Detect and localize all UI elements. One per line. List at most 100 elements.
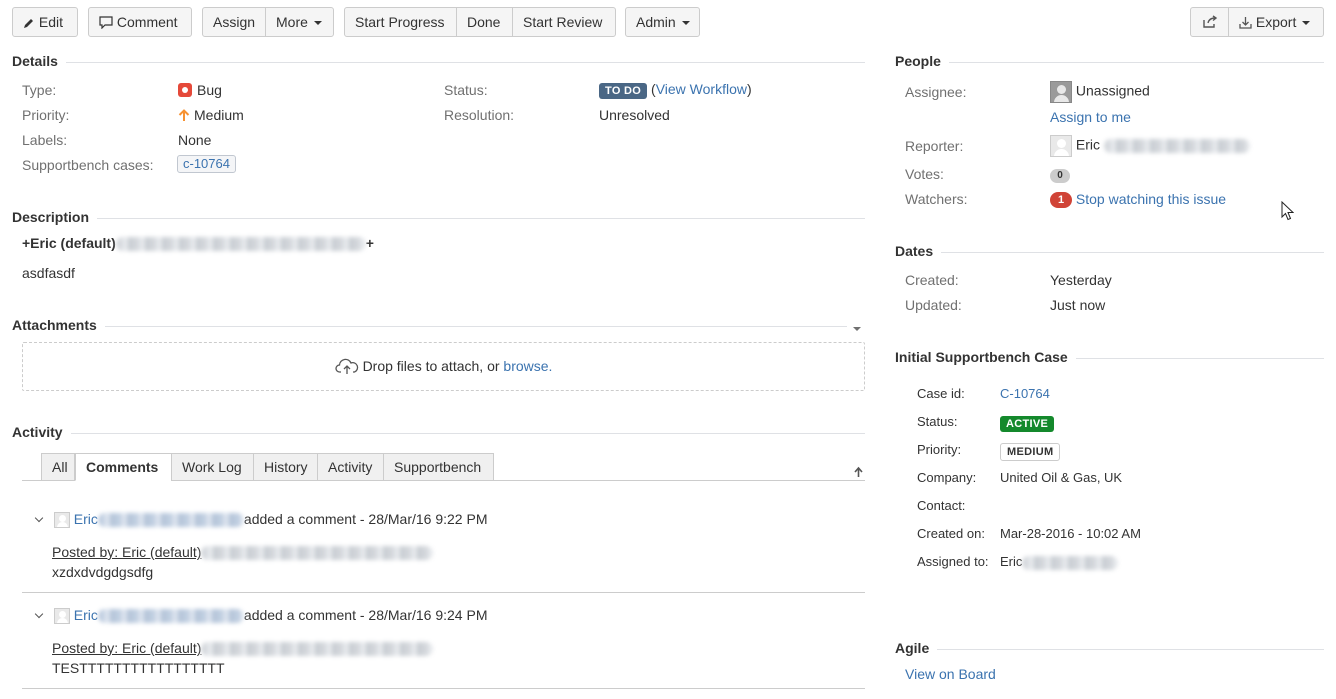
tab-work-log[interactable]: Work Log xyxy=(171,453,254,481)
details-heading: Details xyxy=(12,53,66,69)
votes-value[interactable]: 0 xyxy=(1050,167,1070,184)
download-icon xyxy=(1239,14,1252,30)
resolution-label: Resolution: xyxy=(444,107,515,123)
status-lozenge: TO DO xyxy=(599,83,648,99)
redacted-name xyxy=(1022,555,1119,570)
tab-supportbench[interactable]: Supportbench xyxy=(383,453,494,481)
posted-by-text: Posted by: Eric (default) xyxy=(52,544,202,560)
attachments-options-icon[interactable] xyxy=(852,321,862,337)
activity-heading: Activity xyxy=(12,424,71,440)
details-divider xyxy=(12,62,865,63)
start-progress-button[interactable]: Start Progress xyxy=(344,7,457,37)
comment-icon xyxy=(99,14,113,30)
chevron-down-icon xyxy=(1302,21,1311,26)
type-text: Bug xyxy=(197,82,222,98)
comment-divider xyxy=(22,592,865,593)
sort-order-icon[interactable] xyxy=(853,465,864,481)
avatar xyxy=(53,512,70,529)
description-divider xyxy=(12,218,865,219)
start-progress-label: Start Progress xyxy=(355,14,445,30)
start-review-button[interactable]: Start Review xyxy=(512,7,616,37)
description-suffix: + xyxy=(365,235,374,251)
comment-action: added a comment - 28/Mar/16 9:24 PM xyxy=(243,607,488,623)
created-value: Yesterday xyxy=(1050,272,1112,288)
updated-label: Updated: xyxy=(905,297,962,313)
collapse-chevron-icon[interactable] xyxy=(34,513,44,523)
chevron-down-icon xyxy=(681,21,690,26)
collapse-chevron-icon[interactable] xyxy=(34,609,44,619)
resolution-value: Unresolved xyxy=(599,107,670,123)
case-tag-link[interactable]: c-10764 xyxy=(177,155,236,173)
votes-count[interactable]: 0 xyxy=(1050,169,1070,184)
comment-author-link[interactable]: Eric xyxy=(74,607,98,623)
labels-label: Labels: xyxy=(22,132,68,148)
comment-body: xzdxdvdgdgsdfg xyxy=(52,564,154,580)
type-value: Bug xyxy=(178,82,222,98)
comment-author-link[interactable]: Eric xyxy=(74,511,98,527)
supportbench-cases-label: Supportbench cases: xyxy=(22,157,154,173)
admin-button[interactable]: Admin xyxy=(625,7,700,37)
dates-divider xyxy=(895,252,1324,253)
people-divider xyxy=(895,62,1324,63)
admin-label: Admin xyxy=(636,14,676,30)
avatar xyxy=(53,608,70,625)
case-id-link[interactable]: C-10764 xyxy=(1000,386,1050,401)
redacted-email xyxy=(201,546,434,561)
share-icon xyxy=(1202,14,1218,30)
edit-button[interactable]: Edit xyxy=(12,7,78,37)
priority-value: Medium xyxy=(178,107,244,123)
created-on-value: Mar-28-2016 - 10:02 AM xyxy=(1000,526,1141,541)
updated-value: Just now xyxy=(1050,297,1106,313)
done-label: Done xyxy=(467,14,501,30)
export-label: Export xyxy=(1255,14,1297,30)
type-label: Type: xyxy=(22,82,57,98)
description-prefix: +Eric (default) xyxy=(22,235,116,251)
description-body: asdfasdf xyxy=(22,265,75,281)
company-label: Company: xyxy=(917,470,977,485)
tab-comments[interactable]: Comments xyxy=(75,453,172,481)
browse-link[interactable]: browse. xyxy=(503,358,552,374)
reporter-value: Eric xyxy=(1050,135,1251,157)
company-value: United Oil & Gas, UK xyxy=(1000,470,1123,485)
comment-button[interactable]: Comment xyxy=(88,7,192,37)
attachment-dropzone[interactable]: Drop files to attach, or browse. xyxy=(22,342,865,391)
comment-body: TESTTTTTTTTTTTTTTTTT xyxy=(52,660,225,676)
people-heading: People xyxy=(895,53,949,69)
labels-value: None xyxy=(178,132,212,148)
redacted-email xyxy=(115,237,366,252)
chevron-down-icon xyxy=(313,21,322,26)
contact-label: Contact: xyxy=(917,498,966,513)
status-label: Status: xyxy=(444,82,488,98)
comment-divider xyxy=(22,688,865,689)
status-value: TO DO (View Workflow) xyxy=(599,81,752,99)
case-status-lozenge: ACTIVE xyxy=(1000,416,1055,432)
tab-activity[interactable]: Activity xyxy=(317,453,384,481)
assignee-label: Assignee: xyxy=(905,84,967,100)
stop-watching-link[interactable]: Stop watching this issue xyxy=(1076,191,1226,207)
assigned-to-value: Eric xyxy=(1000,554,1119,570)
view-on-board-link[interactable]: View on Board xyxy=(905,666,996,682)
tab-all[interactable]: All xyxy=(41,453,75,481)
description-heading: Description xyxy=(12,209,98,225)
created-on-label: Created on: xyxy=(917,526,985,541)
assign-button[interactable]: Assign xyxy=(202,7,266,37)
votes-label: Votes: xyxy=(905,166,944,182)
more-button[interactable]: More xyxy=(265,7,334,37)
redacted-email xyxy=(201,642,434,657)
cloud-upload-icon xyxy=(334,358,363,374)
comment-label: Comment xyxy=(116,14,178,30)
share-button[interactable] xyxy=(1190,7,1229,37)
redacted-name xyxy=(97,609,244,624)
assign-label: Assign xyxy=(213,14,256,30)
done-button[interactable]: Done xyxy=(457,7,513,37)
case-priority-label: Priority: xyxy=(917,442,962,457)
attachments-divider xyxy=(12,326,847,327)
assign-to-me-link[interactable]: Assign to me xyxy=(1050,109,1131,125)
view-workflow-link[interactable]: View Workflow xyxy=(656,81,747,97)
supportbench-case-tag[interactable]: c-10764 xyxy=(177,155,236,173)
export-button[interactable]: Export xyxy=(1228,7,1324,37)
dates-heading: Dates xyxy=(895,243,942,259)
assignee-value: Unassigned xyxy=(1050,81,1150,103)
watchers-count[interactable]: 1 xyxy=(1050,192,1072,209)
tab-history[interactable]: History xyxy=(253,453,318,481)
